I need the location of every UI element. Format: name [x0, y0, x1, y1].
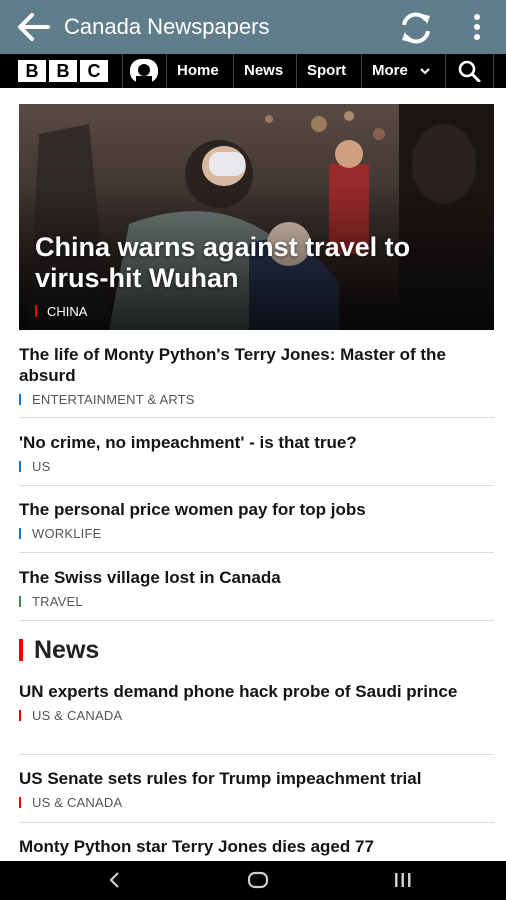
app-bar: Canada Newspapers	[0, 0, 506, 54]
list-item[interactable]: Monty Python star Terry Jones dies aged …	[19, 836, 494, 857]
nav-back-icon[interactable]	[106, 870, 122, 890]
story-title[interactable]: US Senate sets rules for Trump impeachme…	[19, 768, 494, 789]
hero-title[interactable]: China warns against travel to virus-hit …	[35, 232, 475, 294]
system-navigation-bar	[0, 861, 506, 900]
search-icon[interactable]	[458, 60, 482, 82]
nav-more-label: More	[372, 62, 408, 79]
nav-more[interactable]: More	[372, 54, 430, 88]
story-tag: ENTERTAINMENT & ARTS	[19, 392, 494, 407]
list-item[interactable]: US Senate sets rules for Trump impeachme…	[19, 768, 494, 810]
list-item[interactable]: The personal price women pay for top job…	[19, 499, 494, 541]
section-title: News	[34, 636, 100, 664]
story-tag: US & CANADA	[19, 795, 494, 810]
account-icon[interactable]	[130, 59, 158, 83]
story-tag: WORKLIFE	[19, 526, 494, 541]
app-title: Canada Newspapers	[64, 14, 270, 39]
nav-home-icon[interactable]	[247, 870, 269, 890]
story-tag: US & CANADA	[19, 708, 494, 723]
story-title[interactable]: The Swiss village lost in Canada	[19, 567, 494, 588]
story-tag: US	[19, 459, 494, 474]
story-tag: TRAVEL	[19, 594, 494, 609]
list-item[interactable]: The Swiss village lost in Canada TRAVEL	[19, 567, 494, 609]
bbc-navigation-bar: B B C Home News Sport More	[0, 54, 506, 88]
hero-photo	[19, 104, 494, 330]
nav-sport[interactable]: Sport	[307, 54, 346, 88]
story-title[interactable]: 'No crime, no impeachment' - is that tru…	[19, 432, 494, 453]
section-accent-bar	[19, 639, 23, 661]
overflow-menu-icon[interactable]	[462, 8, 492, 48]
bbc-logo[interactable]: B B C	[18, 60, 108, 82]
chevron-down-icon	[420, 68, 430, 75]
nav-home[interactable]: Home	[177, 54, 219, 88]
nav-recents-icon[interactable]	[392, 870, 414, 890]
refresh-icon[interactable]	[396, 8, 436, 48]
story-title[interactable]: The personal price women pay for top job…	[19, 499, 494, 520]
hero-tag: CHINA	[35, 304, 87, 319]
story-title[interactable]: UN experts demand phone hack probe of Sa…	[19, 681, 494, 702]
hero-story[interactable]: China warns against travel to virus-hit …	[19, 104, 494, 330]
story-title[interactable]: Monty Python star Terry Jones dies aged …	[19, 836, 494, 857]
list-item[interactable]: The life of Monty Python's Terry Jones: …	[19, 344, 494, 407]
list-item[interactable]: 'No crime, no impeachment' - is that tru…	[19, 432, 494, 474]
story-title[interactable]: The life of Monty Python's Terry Jones: …	[19, 344, 494, 386]
back-arrow-icon[interactable]	[14, 9, 54, 45]
nav-news[interactable]: News	[244, 54, 283, 88]
list-item[interactable]: UN experts demand phone hack probe of Sa…	[19, 681, 494, 723]
